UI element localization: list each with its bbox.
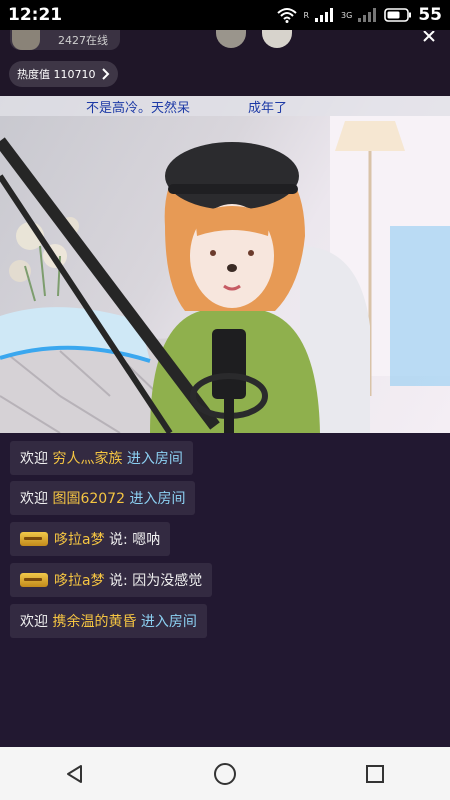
chevron-right-icon <box>101 65 110 84</box>
back-triangle-icon <box>67 764 82 783</box>
recents-button[interactable] <box>345 754 405 794</box>
chat-message[interactable]: 哆拉a梦 说: 因为没感觉 <box>10 563 213 597</box>
back-button[interactable] <box>45 754 105 794</box>
status-icons: R 3G 55 <box>277 5 442 25</box>
audience-avatar[interactable] <box>262 30 292 48</box>
recents-square-icon <box>366 764 384 783</box>
chat-text: 说: 嗯呐 <box>109 532 161 548</box>
status-time: 12:21 <box>8 5 63 25</box>
chat-prefix: 欢迎 <box>20 491 48 507</box>
caption-right: 成年了 <box>248 100 288 116</box>
heat-value-button[interactable]: 热度值 110710 <box>9 61 118 87</box>
chat-username[interactable]: 穷人灬家族 <box>52 448 122 468</box>
anchor-info[interactable]: 2427在线 <box>10 30 120 50</box>
chat-username[interactable]: 图圄62072 <box>52 488 125 508</box>
video-caption-bar: 不是高冷。天然呆 成年了 <box>0 96 450 116</box>
signal-icon <box>315 8 335 22</box>
chat-username[interactable]: 哆拉a梦 <box>54 570 105 590</box>
video-frame <box>0 116 450 433</box>
wifi-icon <box>277 7 298 23</box>
status-bar: 12:21 R 3G 55 <box>0 0 450 30</box>
user-level-badge-icon <box>20 573 48 587</box>
chat-text: 说: 因为没感觉 <box>109 573 203 589</box>
room-header: 2427在线 热度值 110710 <box>0 30 450 96</box>
chat-message[interactable]: 欢迎 穷人灬家族 进入房间 <box>10 441 193 475</box>
chat-action: 进入房间 <box>129 491 186 507</box>
audience-avatar[interactable] <box>216 30 246 48</box>
network-type-label: 3G <box>341 10 353 20</box>
heat-value: 热度值 110710 <box>17 68 96 81</box>
battery-icon <box>384 8 412 22</box>
network-roaming-label: R <box>303 10 310 20</box>
viewer-count: 2427在线 <box>58 34 108 47</box>
live-video[interactable]: 不是高冷。天然呆 成年了 <box>0 96 450 433</box>
home-circle-icon <box>214 762 236 785</box>
anchor-avatar[interactable] <box>12 30 40 50</box>
chat-message[interactable]: 哆拉a梦 说: 嗯呐 <box>10 522 171 556</box>
chat-prefix: 欢迎 <box>20 614 48 630</box>
battery-level: 55 <box>418 5 442 25</box>
chat-message[interactable]: 欢迎 图圄62072 进入房间 <box>10 481 196 515</box>
signal-icon-secondary <box>358 8 378 22</box>
home-button[interactable] <box>195 754 255 794</box>
navigation-bar <box>0 747 450 800</box>
chat-panel[interactable]: 欢迎 穷人灬家族 进入房间 欢迎 图圄62072 进入房间 哆拉a梦 说: 嗯呐… <box>0 433 450 747</box>
chat-prefix: 欢迎 <box>20 451 48 467</box>
user-level-badge-icon <box>20 532 48 546</box>
chat-message[interactable]: 欢迎 携余温的黄昏 进入房间 <box>10 604 207 638</box>
chat-username[interactable]: 携余温的黄昏 <box>52 611 136 631</box>
chat-username[interactable]: 哆拉a梦 <box>54 529 105 549</box>
chat-action: 进入房间 <box>140 614 197 630</box>
close-icon[interactable] <box>420 30 442 44</box>
chat-action: 进入房间 <box>126 451 183 467</box>
caption-left: 不是高冷。天然呆 <box>86 100 191 116</box>
